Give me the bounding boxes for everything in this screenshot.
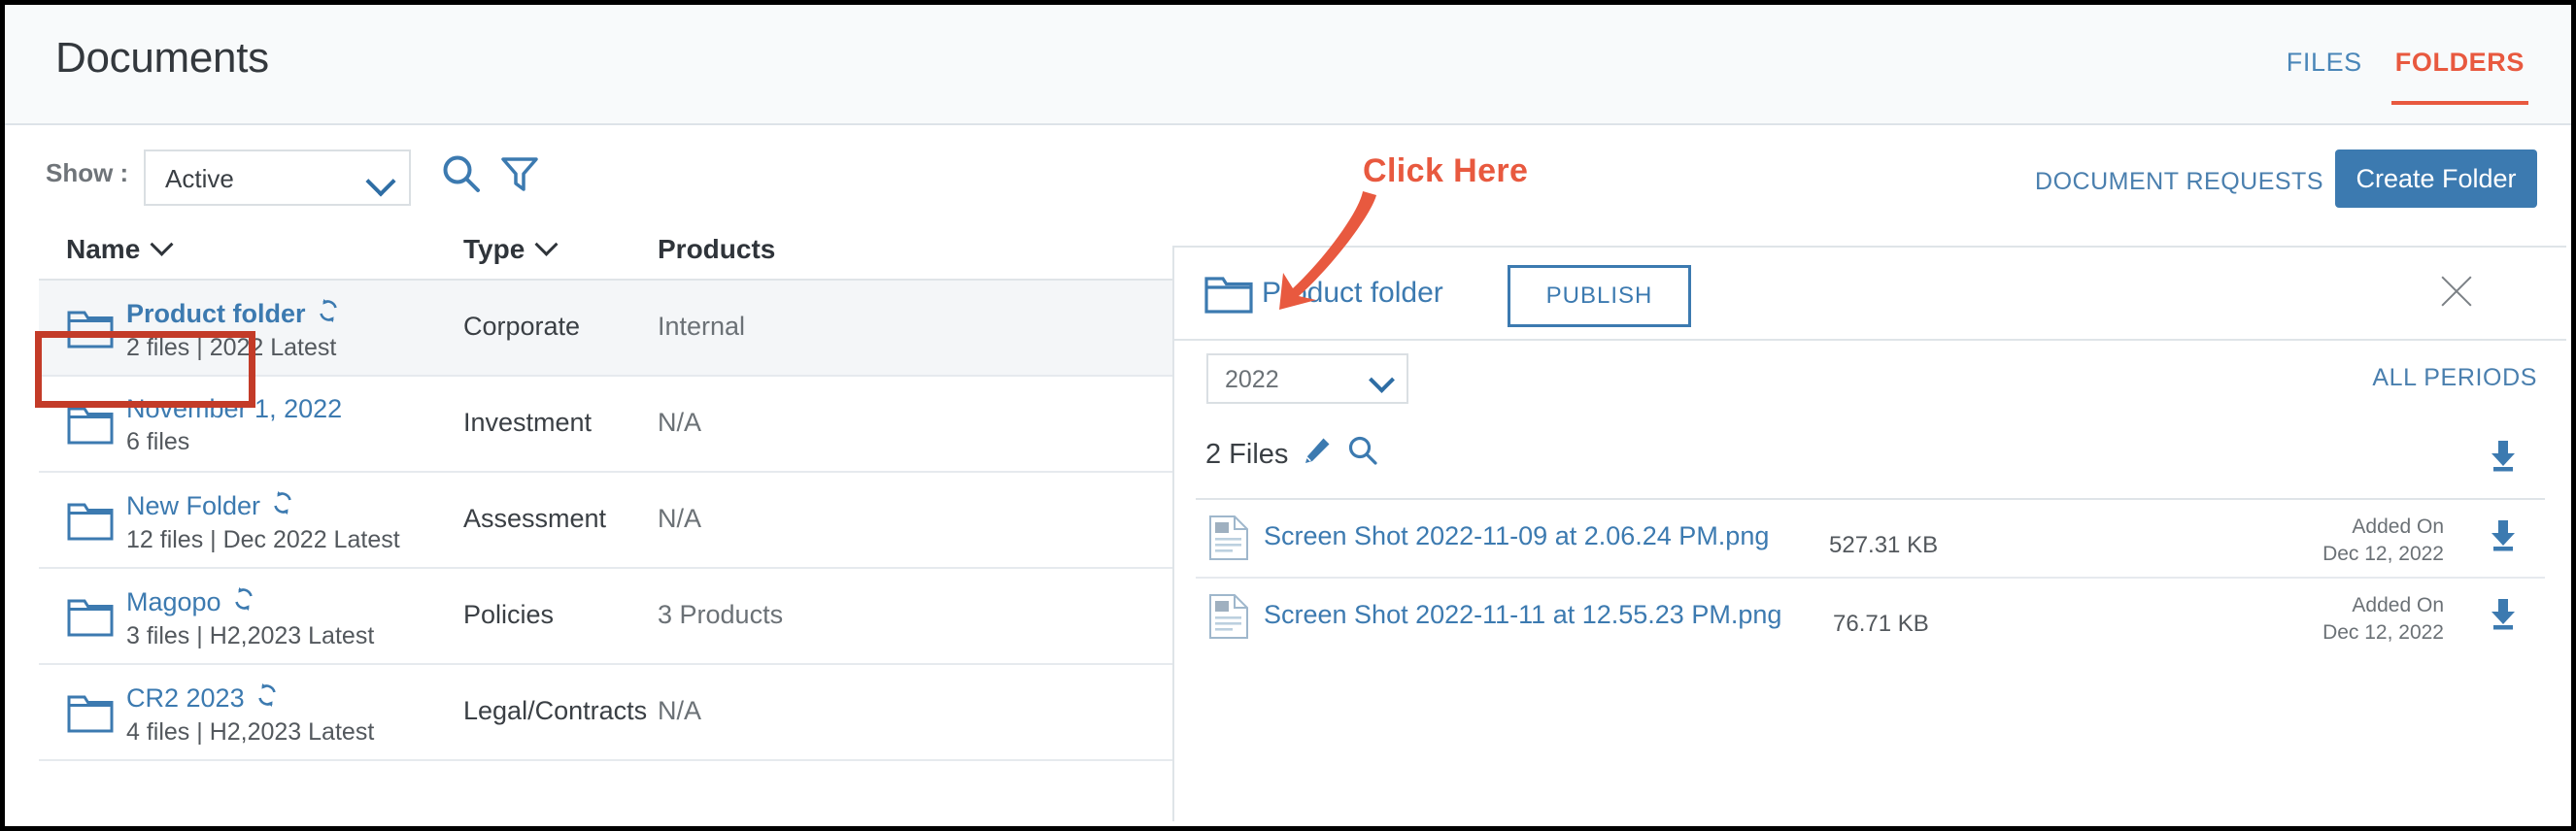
show-filter-select[interactable]: Active bbox=[144, 150, 411, 206]
chevron-down-icon bbox=[1369, 367, 1395, 393]
file-added-date: Dec 12, 2022 bbox=[2322, 621, 2444, 645]
file-added-date: Dec 12, 2022 bbox=[2322, 543, 2444, 566]
download-icon[interactable] bbox=[2485, 596, 2522, 638]
row-products: N/A bbox=[658, 696, 702, 725]
row-name-cell[interactable]: CR2 2023 4 files | H2,2023 Latest bbox=[126, 682, 374, 747]
download-icon[interactable] bbox=[2485, 438, 2522, 480]
folder-name-text: CR2 2023 bbox=[126, 683, 245, 713]
folder-name-text: New Folder bbox=[126, 491, 261, 520]
document-requests-link[interactable]: DOCUMENT REQUESTS bbox=[2035, 168, 2323, 196]
app-header: Documents FILES FOLDERS bbox=[5, 5, 2571, 125]
row-type: Corporate bbox=[463, 312, 581, 341]
file-added-label: Added On bbox=[2352, 515, 2444, 538]
filter-icon[interactable] bbox=[498, 152, 541, 200]
all-periods-link[interactable]: ALL PERIODS bbox=[2372, 364, 2537, 392]
folder-detail-panel: Product folder PUBLISH 2022 ALL PERIODS … bbox=[1172, 246, 2566, 821]
column-header-products[interactable]: Products bbox=[658, 234, 775, 265]
column-header-products-label: Products bbox=[658, 234, 776, 264]
documents-screen: Documents FILES FOLDERS Show : Active DO… bbox=[0, 0, 2576, 831]
chevron-down-icon bbox=[150, 232, 174, 256]
header-tabs: FILES FOLDERS bbox=[2287, 48, 2529, 105]
folder-icon bbox=[66, 592, 115, 646]
row-products: N/A bbox=[658, 504, 702, 533]
page-title: Documents bbox=[55, 34, 269, 82]
folder-name-link[interactable]: Product folder bbox=[126, 298, 341, 330]
file-name-link[interactable]: Screen Shot 2022-11-09 at 2.06.24 PM.png bbox=[1264, 521, 1769, 551]
tab-files[interactable]: FILES bbox=[2287, 48, 2362, 105]
document-icon bbox=[1207, 515, 1250, 566]
recurring-icon bbox=[254, 682, 280, 715]
folder-name-link[interactable]: New Folder bbox=[126, 490, 400, 522]
column-header-type-label: Type bbox=[463, 234, 525, 264]
folder-icon bbox=[1203, 269, 1254, 324]
file-added-on: Added On Dec 12, 2022 bbox=[2322, 592, 2444, 648]
folder-name-link[interactable]: CR2 2023 bbox=[126, 682, 374, 715]
row-name-cell[interactable]: Magopo 3 files | H2,2023 Latest bbox=[126, 586, 374, 650]
year-select[interactable]: 2022 bbox=[1206, 353, 1408, 404]
search-icon[interactable] bbox=[440, 152, 483, 200]
folder-meta: 3 files | H2,2023 Latest bbox=[126, 622, 375, 649]
panel-folder-title[interactable]: Product folder bbox=[1262, 277, 1443, 310]
pencil-icon[interactable] bbox=[1302, 435, 1333, 474]
row-products: 3 Products bbox=[658, 600, 784, 629]
row-type: Investment bbox=[463, 408, 593, 437]
document-icon bbox=[1207, 593, 1250, 645]
row-type: Policies bbox=[463, 600, 555, 629]
show-label: Show : bbox=[46, 158, 129, 187]
folder-icon bbox=[66, 304, 115, 357]
file-row[interactable]: Screen Shot 2022-11-09 at 2.06.24 PM.png… bbox=[1196, 500, 2545, 579]
folder-name-link[interactable]: Magopo bbox=[126, 586, 374, 618]
folder-meta: 12 files | Dec 2022 Latest bbox=[126, 526, 400, 553]
files-count-row: 2 Files bbox=[1196, 424, 2545, 500]
column-header-name[interactable]: Name bbox=[66, 232, 174, 265]
click-here-annotation-label: Click Here bbox=[1363, 152, 1529, 189]
folder-meta: 6 files bbox=[126, 428, 190, 455]
folder-meta: 4 files | H2,2023 Latest bbox=[126, 718, 375, 746]
recurring-icon bbox=[316, 298, 341, 330]
folder-icon bbox=[66, 400, 115, 453]
toolbar: Show : Active DOCUMENT REQUESTS Create F… bbox=[5, 125, 2571, 224]
publish-button[interactable]: PUBLISH bbox=[1508, 265, 1691, 327]
folder-name-text: November 1, 2022 bbox=[126, 394, 343, 423]
chevron-down-icon bbox=[365, 166, 396, 197]
row-products: N/A bbox=[658, 408, 702, 437]
folder-name-text: Magopo bbox=[126, 587, 221, 616]
row-type: Assessment bbox=[463, 504, 607, 533]
folder-meta: 2 files | 2022 Latest bbox=[126, 334, 337, 361]
download-icon[interactable] bbox=[2485, 517, 2522, 559]
row-name-cell[interactable]: New Folder 12 files | Dec 2022 Latest bbox=[126, 490, 400, 554]
files-count-label: 2 Files bbox=[1205, 438, 1289, 470]
folder-name-link[interactable]: November 1, 2022 bbox=[126, 394, 342, 424]
folder-name-text: Product folder bbox=[126, 299, 306, 328]
tab-folders[interactable]: FOLDERS bbox=[2390, 48, 2529, 105]
panel-header: Product folder PUBLISH bbox=[1174, 248, 2566, 341]
file-size: 76.71 KB bbox=[1833, 611, 1929, 637]
close-icon[interactable] bbox=[2435, 271, 2476, 312]
create-folder-button[interactable]: Create Folder bbox=[2335, 150, 2537, 208]
show-filter-value: Active bbox=[165, 164, 234, 193]
column-header-name-label: Name bbox=[66, 234, 141, 264]
chevron-down-icon bbox=[534, 232, 559, 256]
file-added-label: Added On bbox=[2352, 594, 2444, 616]
file-name-link[interactable]: Screen Shot 2022-11-11 at 12.55.23 PM.pn… bbox=[1264, 600, 1781, 630]
column-header-type[interactable]: Type bbox=[463, 232, 559, 265]
file-row[interactable]: Screen Shot 2022-11-11 at 12.55.23 PM.pn… bbox=[1196, 579, 2545, 655]
row-name-cell[interactable]: Product folder 2 files | 2022 Latest bbox=[126, 298, 341, 362]
file-added-on: Added On Dec 12, 2022 bbox=[2322, 514, 2444, 569]
recurring-icon bbox=[270, 490, 295, 522]
search-icon[interactable] bbox=[1346, 434, 1379, 475]
year-select-value: 2022 bbox=[1225, 366, 1279, 393]
files-count: 2 Files bbox=[1205, 434, 1379, 475]
recurring-icon bbox=[231, 586, 256, 618]
folder-icon bbox=[66, 688, 115, 742]
row-products: Internal bbox=[658, 312, 746, 341]
row-name-cell[interactable]: November 1, 2022 6 files bbox=[126, 394, 342, 456]
folder-icon bbox=[66, 496, 115, 549]
row-type: Legal/Contracts bbox=[463, 696, 648, 725]
period-row: 2022 ALL PERIODS bbox=[1174, 341, 2566, 424]
file-size: 527.31 KB bbox=[1829, 532, 1939, 558]
